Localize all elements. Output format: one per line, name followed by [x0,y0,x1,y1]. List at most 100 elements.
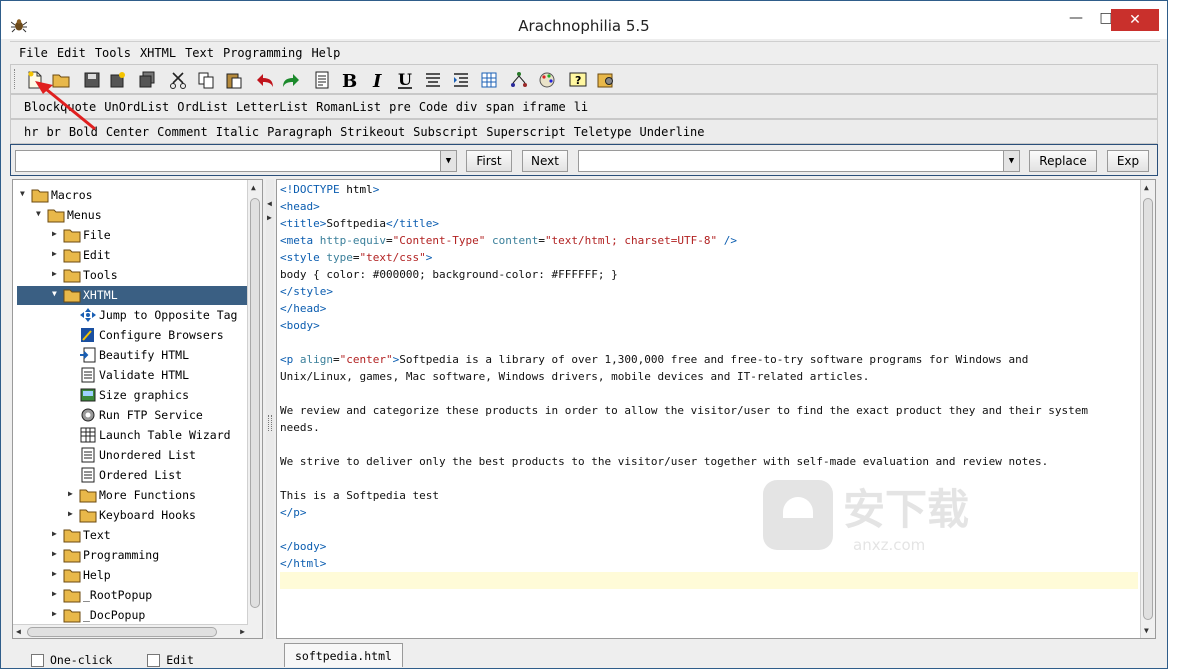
code-line[interactable]: <p align="center">Softpedia is a library… [280,351,1138,368]
help-icon[interactable]: ? [566,68,590,92]
tree-icon[interactable] [507,68,531,92]
tree-node-configure-browsers[interactable]: Configure Browsers [17,326,247,345]
tag-iframe[interactable]: iframe [522,95,565,114]
tree-node-programming[interactable]: ▶ Programming [17,546,247,565]
code-line[interactable] [280,572,1138,589]
tag-subscript[interactable]: Subscript [413,120,478,139]
tag-strikeout[interactable]: Strikeout [340,120,405,139]
open-folder-icon[interactable] [49,68,73,92]
splitter-grip[interactable] [268,415,272,431]
tree-node-ordered-list[interactable]: Ordered List [17,466,247,485]
scroll-up-icon[interactable]: ▲ [251,183,256,192]
tree-node-unordered-list[interactable]: Unordered List [17,446,247,465]
collapsed-toggle-icon[interactable]: ▶ [52,249,62,259]
code-line[interactable]: <meta http-equiv="Content-Type" content=… [280,232,1138,249]
collapsed-toggle-icon[interactable]: ▶ [52,529,62,539]
tag-teletype[interactable]: Teletype [574,120,632,139]
collapsed-toggle-icon[interactable]: ▶ [52,609,62,619]
tree-node-text[interactable]: ▶ Text [17,526,247,545]
document-icon[interactable] [310,68,334,92]
tag-blockquote[interactable]: Blockquote [24,95,96,114]
menu-text[interactable]: Text [185,42,214,60]
tag-span[interactable]: span [485,95,514,114]
tree-node-rootpopup[interactable]: ▶ _RootPopup [17,586,247,605]
menu-tools[interactable]: Tools [95,42,131,60]
palette-icon[interactable] [535,68,559,92]
tag-code[interactable]: Code [419,95,448,114]
menu-xhtml[interactable]: XHTML [140,42,176,60]
code-line[interactable]: </p> [280,504,1138,521]
editor-scroll-thumb[interactable] [1143,198,1153,620]
menu-programming[interactable]: Programming [223,42,302,60]
code-line[interactable]: </body> [280,538,1138,555]
first-button[interactable]: First [466,150,512,172]
code-line[interactable]: body { color: #000000; background-color:… [280,266,1138,283]
tree-vertical-scrollbar[interactable]: ▲ [247,180,262,638]
tree-node-run-ftp-service[interactable]: Run FTP Service [17,406,247,425]
paste-icon[interactable] [222,68,246,92]
code-text[interactable]: <!DOCTYPE html> <head> <title>Softpedia</t… [280,181,1138,589]
cut-icon[interactable] [166,68,190,92]
code-line[interactable]: We review and categorize these products … [280,402,1138,419]
tag-li[interactable]: li [574,95,588,114]
code-line[interactable] [280,334,1138,351]
tree-hscroll-thumb[interactable] [27,627,217,637]
code-line[interactable]: <body> [280,317,1138,334]
tree-node-menus[interactable]: ▼ Menus [17,206,247,225]
code-line[interactable]: </style> [280,283,1138,300]
tag-paragraph[interactable]: Paragraph [267,120,332,139]
bold-icon[interactable]: B [337,68,361,92]
code-line[interactable] [280,385,1138,402]
tag-div[interactable]: div [456,95,478,114]
code-line[interactable]: Unix/Linux, games, Mac software, Windows… [280,368,1138,385]
tag-underline[interactable]: Underline [639,120,704,139]
collapsed-toggle-icon[interactable]: ▶ [52,229,62,239]
tag-ordlist[interactable]: OrdList [177,95,228,114]
expand-right-icon[interactable]: ▶ [267,213,272,222]
code-line[interactable]: This is a Softpedia test [280,487,1138,504]
tag-italic[interactable]: Italic [216,120,259,139]
underline-icon[interactable]: U [393,68,417,92]
tree-node-file[interactable]: ▶ File [17,226,247,245]
scroll-right-icon[interactable]: ▶ [240,627,245,636]
tag-unordlist[interactable]: UnOrdList [104,95,169,114]
code-line[interactable]: <title>Softpedia</title> [280,215,1138,232]
code-line[interactable]: <!DOCTYPE html> [280,181,1138,198]
edit-option[interactable]: Edit [147,653,194,667]
menu-file[interactable]: File [19,42,48,60]
table-icon[interactable] [477,68,501,92]
menu-edit[interactable]: Edit [57,42,86,60]
minimize-button[interactable]: — [1061,7,1091,31]
tree-node-size-graphics[interactable]: Size graphics [17,386,247,405]
tag-letterlist[interactable]: LetterList [236,95,308,114]
collapsed-toggle-icon[interactable]: ▶ [52,269,62,279]
search-dropdown-icon[interactable]: ▼ [440,151,456,171]
tag-br[interactable]: br [46,120,60,139]
close-button[interactable]: ✕ [1111,9,1159,31]
indent-icon[interactable] [449,68,473,92]
save-all-icon[interactable] [135,68,159,92]
collapsed-toggle-icon[interactable]: ▶ [52,549,62,559]
tree-node-macros[interactable]: ▼ Macros [17,186,247,205]
replace-dropdown-icon[interactable]: ▼ [1003,151,1019,171]
code-editor[interactable]: <!DOCTYPE html> <head> <title>Softpedia</t… [276,179,1156,639]
tag-bold[interactable]: Bold [69,120,98,139]
tree-node-edit[interactable]: ▶ Edit [17,246,247,265]
tree-node-more-functions[interactable]: ▶ More Functions [17,486,247,505]
tree-horizontal-scrollbar[interactable]: ◀ ▶ [13,624,248,638]
tree-node-help[interactable]: ▶ Help [17,566,247,585]
redo-icon[interactable] [279,68,303,92]
new-file-icon[interactable] [23,68,47,92]
collapse-left-icon[interactable]: ◀ [267,199,272,208]
tree-node-xhtml[interactable]: ▼ XHTML [17,286,247,305]
expanded-toggle-icon[interactable]: ▼ [36,209,46,219]
tab-softpedia-html[interactable]: softpedia.html [284,643,403,667]
collapsed-toggle-icon[interactable]: ▶ [68,509,78,519]
tree-node-jump-to-opposite-tag[interactable]: Jump to Opposite Tag [17,306,247,325]
collapsed-toggle-icon[interactable]: ▶ [68,489,78,499]
code-line[interactable]: <head> [280,198,1138,215]
exp-button[interactable]: Exp [1107,150,1149,172]
tree-node-docpopup[interactable]: ▶ _DocPopup [17,606,247,625]
tree-node-beautify-html[interactable]: Beautify HTML [17,346,247,365]
pane-splitter[interactable]: ◀ ▶ [266,179,274,639]
